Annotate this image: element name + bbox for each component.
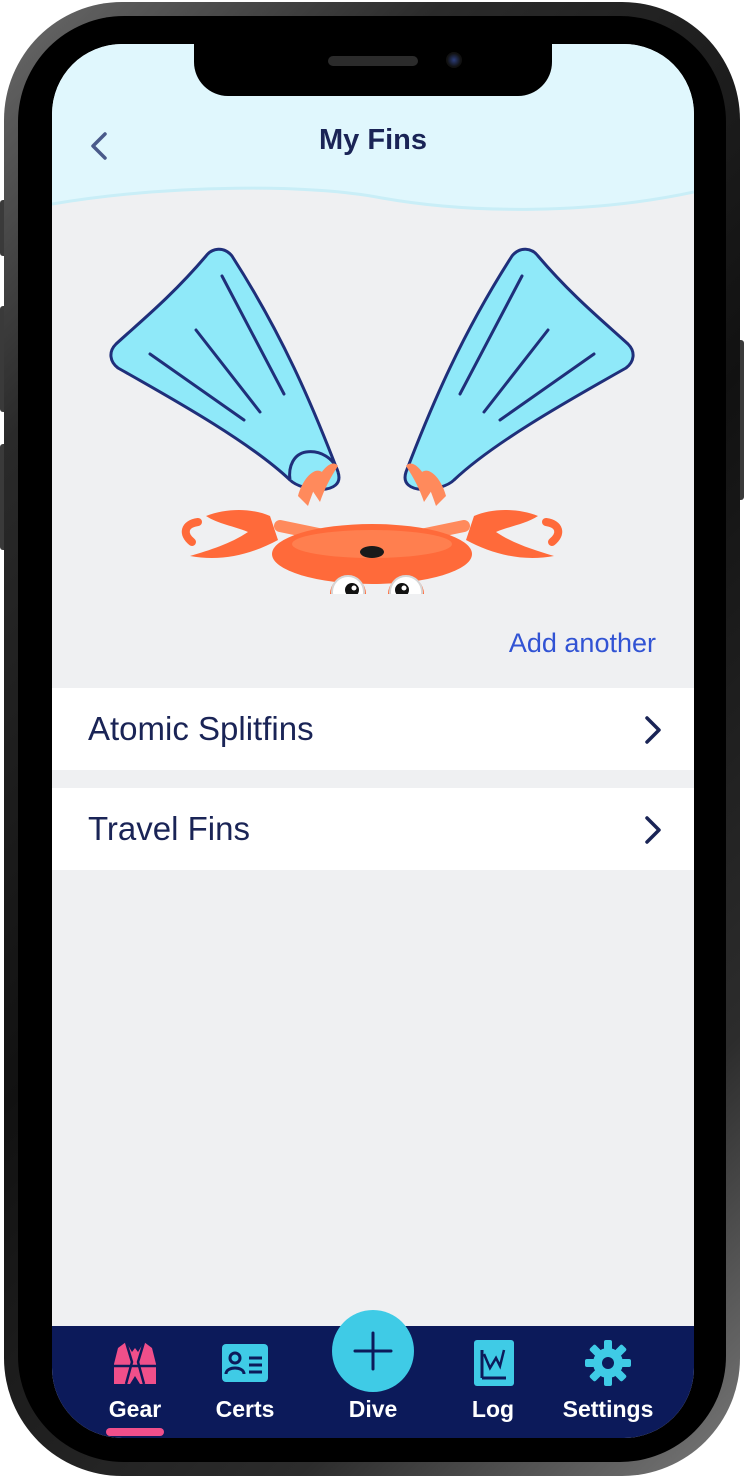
id-card-icon — [222, 1344, 268, 1382]
speaker-grille — [328, 56, 418, 66]
tab-settings[interactable]: Settings — [563, 1326, 653, 1438]
right-fin — [403, 247, 635, 491]
crab-with-fins-illustration — [109, 247, 635, 594]
page-title: My Fins — [319, 124, 427, 156]
list-item[interactable]: Travel Fins — [52, 788, 694, 870]
header-wave — [52, 186, 694, 234]
tab-gear[interactable]: Gear — [96, 1326, 174, 1438]
tab-label: Settings — [562, 1396, 654, 1422]
chart-icon — [474, 1340, 514, 1386]
tab-label: Dive — [348, 1396, 398, 1422]
chevron-right-icon — [645, 716, 661, 744]
active-tab-indicator — [106, 1428, 164, 1436]
front-camera — [446, 52, 462, 68]
crab-mouth — [360, 546, 384, 558]
tab-label: Gear — [108, 1396, 162, 1422]
chevron-right-icon — [645, 816, 661, 844]
list-item-label: Atomic Splitfins — [88, 710, 314, 747]
list-item[interactable]: Atomic Splitfins — [52, 688, 694, 770]
plus-icon — [353, 1331, 393, 1371]
add-dive-button[interactable] — [332, 1310, 414, 1392]
gear-icon — [585, 1340, 631, 1386]
phone-device: My Fins Add another Atomic Splitfins Tra… — [0, 0, 744, 1480]
add-another-link[interactable]: Add another — [509, 628, 656, 659]
vest-icon — [114, 1341, 156, 1385]
left-fin — [109, 247, 341, 491]
app-screen: My Fins Add another Atomic Splitfins Tra… — [52, 44, 694, 1438]
tab-label: Log — [471, 1396, 515, 1422]
tab-label: Certs — [215, 1396, 275, 1422]
tab-log[interactable]: Log — [454, 1326, 532, 1438]
list-item-label: Travel Fins — [88, 810, 250, 847]
notch — [194, 44, 552, 96]
tab-certs[interactable]: Certs — [206, 1326, 284, 1438]
